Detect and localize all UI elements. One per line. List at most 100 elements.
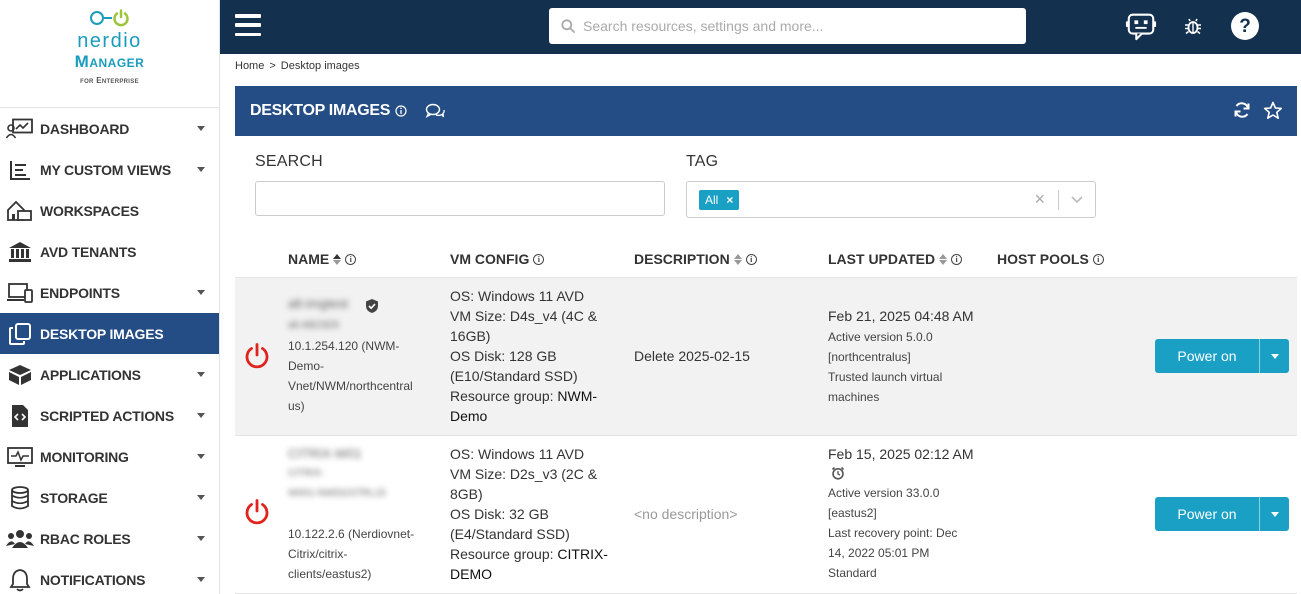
sidebar-item-my-custom-views[interactable]: MY CUSTOM VIEWS [0,149,219,190]
sidebar-item-rbac-roles[interactable]: RBAC ROLES [0,518,219,559]
menu-toggle-icon[interactable] [235,14,261,36]
column-vm-config-label: VM CONFIG [450,251,530,267]
breadcrumb-home[interactable]: Home [235,60,264,72]
nerdio-logo[interactable]: nerdio Manager for Enterprise [0,0,219,108]
vm-os: OS: Windows 11 AVD [450,446,585,462]
sidebar-item-endpoints[interactable]: ENDPOINTS [0,272,219,313]
info-icon[interactable]: i [345,253,357,265]
sidebar-item-label: DESKTOP IMAGES [40,325,164,342]
network-line: Demo- [288,359,325,373]
sidebar-item-workspaces[interactable]: WORKSPACES [0,190,219,231]
bank-icon [6,240,34,264]
image-sub-id: alt-AB23D5 [288,320,340,331]
logo-edition: for Enterprise [80,76,139,85]
sidebar: nerdio Manager for Enterprise DASHBOARD M… [0,0,220,594]
column-header-name[interactable]: NAME i [288,251,357,267]
sidebar-item-storage[interactable]: STORAGE [0,477,219,518]
info-icon[interactable]: i [951,253,963,265]
chevron-down-icon[interactable] [197,126,205,131]
bug-report-icon[interactable] [1177,10,1209,42]
sub-line: W001-NWDGSTRL15 [288,488,386,499]
logo-name: nerdio [77,30,142,52]
list-view-icon [6,158,34,182]
power-on-button[interactable]: Power on [1155,497,1289,531]
panel-actions [1233,101,1283,120]
image-description: <no description> [634,506,738,522]
column-header-last-updated[interactable]: LAST UPDATED i [828,251,963,267]
last-updated-details: Active version 5.0.0 [northcentralus] Tr… [828,327,988,407]
search-filter-field[interactable] [255,181,665,216]
sort-icon[interactable] [733,253,742,265]
image-name[interactable]: CITRIX-W01 [288,444,362,464]
tag-filter-label: TAG [686,153,719,170]
detail-line: Trusted launch virtual [828,370,943,384]
sidebar-item-monitoring[interactable]: MONITORING [0,436,219,477]
table-row[interactable]: CITRIX-W01 CITRIX- W001-NWDGSTRL15 10.12… [235,436,1297,594]
power-status-icon[interactable] [243,498,271,526]
sidebar-item-applications[interactable]: APPLICATIONS [0,354,219,395]
last-updated-details: Active version 33.0.0 [eastus2] Last rec… [828,483,988,583]
chatbot-icon[interactable] [1125,10,1157,42]
column-last-updated-label: LAST UPDATED [828,251,936,267]
resource-group-value[interactable]: DEMO [450,564,620,584]
image-name[interactable]: alt-imgtest [288,294,348,314]
users-icon [6,527,34,551]
table-row[interactable]: alt-imgtest alt-AB23D5 10.1.254.120 (NWM… [235,278,1297,436]
resource-group-value[interactable]: NWM- [557,388,597,404]
vm-config: OS: Windows 11 AVD VM Size: D2s_v3 (2C &… [450,444,620,584]
table-header: NAME i VM CONFIG i DESCRIPTION i LAST UP… [235,238,1297,278]
power-status-icon[interactable] [243,342,271,370]
network-line: 10.122.2.6 (Nerdiovnet- [288,527,415,541]
chevron-down-icon[interactable] [197,577,205,582]
sidebar-item-label: SCRIPTED ACTIONS [40,407,174,424]
help-icon[interactable]: ? [1229,10,1261,42]
info-icon[interactable]: i [533,253,545,265]
page-title: DESKTOP IMAGES [250,102,391,119]
global-search[interactable] [549,8,1026,44]
chevron-down-icon[interactable] [197,495,205,500]
tag-filter-select[interactable]: All × × [686,181,1096,218]
chevron-down-icon[interactable] [197,454,205,459]
refresh-icon[interactable] [1233,101,1251,119]
sidebar-item-scripted-actions[interactable]: SCRIPTED ACTIONS [0,395,219,436]
panel-header: DESKTOP IMAGES [235,86,1297,136]
column-header-vm-config: VM CONFIG i [450,251,545,267]
column-header-description[interactable]: DESCRIPTION i [634,251,757,267]
last-updated-date: Feb 15, 2025 02:12 AM [828,446,974,462]
dashboard-icon [6,117,34,141]
search-filter-input[interactable] [256,182,664,215]
chevron-down-icon[interactable] [197,167,205,172]
sort-icon[interactable] [333,253,342,265]
detail-line: Active version 33.0.0 [828,486,940,500]
clear-tags-icon[interactable]: × [1034,189,1045,210]
tag-chip-remove-icon[interactable]: × [726,193,733,207]
resource-group-value[interactable]: Demo [450,406,620,426]
vm-size: VM Size: D2s_v3 (2C & [450,466,598,482]
chevron-down-icon[interactable] [1259,497,1289,531]
global-search-input[interactable] [583,18,1003,34]
info-icon[interactable] [395,105,407,117]
vm-size: VM Size: D4s_v4 (4C & [450,308,598,324]
network-line: 10.1.254.120 (NWM- [288,339,400,353]
power-on-button[interactable]: Power on [1155,339,1289,373]
info-icon[interactable]: i [1092,253,1104,265]
info-icon[interactable]: i [745,253,757,265]
comments-icon[interactable] [425,103,445,119]
chevron-down-icon[interactable] [1071,196,1083,204]
detail-line: machines [828,390,880,404]
chevron-down-icon[interactable] [1259,339,1289,373]
sidebar-item-avd-tenants[interactable]: AVD TENANTS [0,231,219,272]
chevron-down-icon[interactable] [197,536,205,541]
chevron-down-icon[interactable] [197,290,205,295]
sidebar-item-dashboard[interactable]: DASHBOARD [0,108,219,149]
search-filter-label: SEARCH [255,153,323,170]
sidebar-item-label: MY CUSTOM VIEWS [40,161,172,178]
sidebar-item-desktop-images[interactable]: DESKTOP IMAGES [0,313,219,354]
chevron-down-icon[interactable] [197,413,205,418]
vm-os-disk: OS Disk: 32 GB [450,506,549,522]
sidebar-item-notifications[interactable]: NOTIFICATIONS [0,559,219,594]
sort-icon[interactable] [939,253,948,265]
resource-group-value[interactable]: CITRIX- [557,546,608,562]
chevron-down-icon[interactable] [197,372,205,377]
favorite-star-icon[interactable] [1263,101,1283,120]
